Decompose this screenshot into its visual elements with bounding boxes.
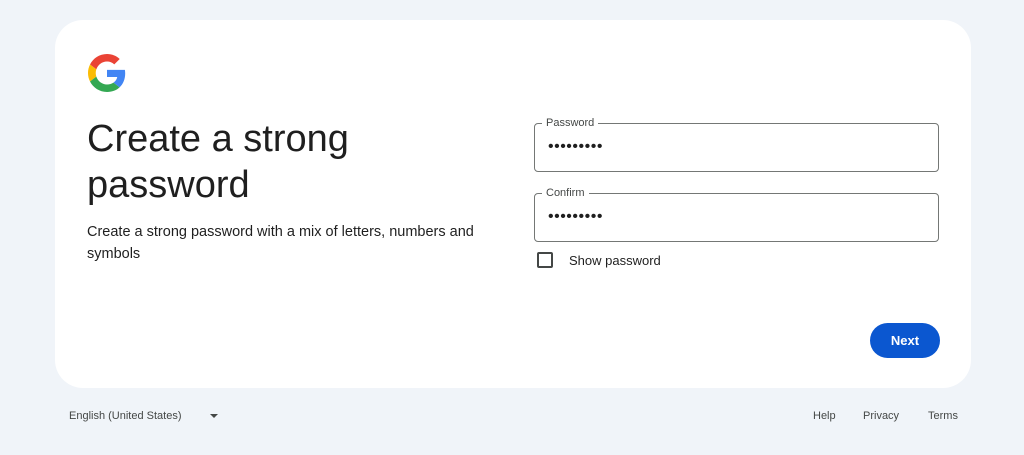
google-logo-icon [88,54,126,92]
language-label[interactable]: English (United States) [69,410,182,422]
password-field[interactable]: Password ••••••••• [534,116,939,172]
caret-down-icon[interactable] [209,414,218,418]
password-field-value[interactable]: ••••••••• [548,138,603,156]
next-button[interactable]: Next [870,323,940,358]
password-field-label: Password [542,116,599,130]
page-subtitle: Create a strong password with a mix of l… [87,224,474,262]
page-title: Create a strong password [87,118,349,206]
footer-link-help[interactable]: Help [813,410,836,422]
footer-link-privacy[interactable]: Privacy [863,410,899,422]
confirm-field-value[interactable]: ••••••••• [548,208,603,226]
signup-card: Create a strong password Create a strong… [55,20,971,388]
show-password-label[interactable]: Show password [569,253,661,268]
show-password-toggle[interactable]: Show password [537,251,661,269]
confirm-field-label: Confirm [542,186,589,200]
show-password-checkbox[interactable] [537,252,553,268]
language-selector[interactable]: English (United States) [69,410,218,422]
confirm-password-field[interactable]: Confirm ••••••••• [534,186,939,242]
footer-link-terms[interactable]: Terms [928,410,958,422]
